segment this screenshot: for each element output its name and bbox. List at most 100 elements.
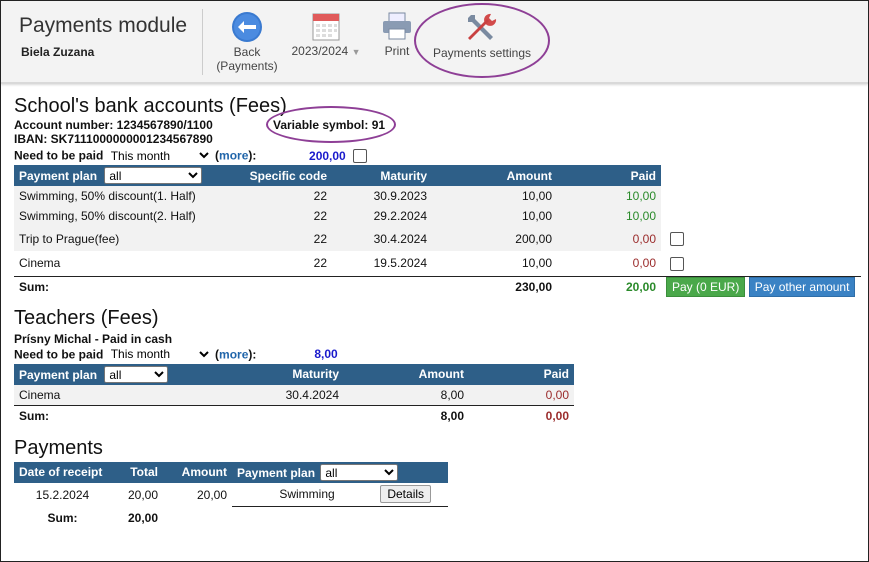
row-total: 20,00 (127, 487, 158, 502)
payments-settings-label: Payments settings (432, 46, 532, 60)
sum-paid: 20,00 (557, 275, 661, 297)
school-year-value: 2023/2024 (291, 44, 349, 58)
print-button[interactable]: Print (377, 11, 417, 58)
column-header: Payment plan all (14, 165, 242, 186)
need-amount: 200,00 (309, 148, 346, 163)
more-link[interactable]: more (219, 149, 248, 163)
sum-label: Sum: (14, 275, 242, 297)
row-paid: 10,00 (557, 186, 661, 206)
toolbar: Payments module Biela Zuzana Back (Payme… (1, 1, 868, 84)
bank-need-to-pay-row: Need to be paid This month (more): 200,0… (14, 147, 864, 164)
row-checkbox-cell (661, 226, 861, 251)
print-label: Print (384, 44, 410, 58)
app-window: Payments module Biela Zuzana Back (Payme… (0, 0, 869, 562)
row-maturity: 29.2.2024 (332, 206, 432, 226)
payments-table: Date of receipt Total Amount Payment pla… (14, 461, 448, 529)
details-button[interactable]: Details (380, 485, 432, 504)
pay-buttons-cell: Pay (0 EUR) Pay other amount (661, 275, 861, 297)
need-label: Need to be paid (14, 148, 104, 163)
more-close: ): (248, 347, 257, 361)
sum-total: 20,00 (127, 510, 158, 525)
row-plan: Swimming, 50% discount(1. Half) (14, 186, 242, 206)
row-paid: 0,00 (632, 256, 656, 271)
plan-filter-select[interactable]: all (104, 167, 203, 184)
main-content: School's bank accounts (Fees) Account nu… (14, 83, 864, 529)
column-header: Paid (557, 165, 661, 186)
row-amount: 8,00 (344, 384, 469, 405)
settings-tools-icon (468, 13, 497, 40)
teachers-fees-table: Payment plan all Maturity Amount Paid Ci… (14, 363, 574, 426)
need-label: Need to be paid (14, 347, 104, 361)
table-row: 15.2.2024 20,00 20,00 Swimming Details (14, 482, 448, 507)
table-row: Cinema 30.4.2024 8,00 0,00 (14, 384, 574, 405)
row-plan: Cinema (19, 256, 61, 271)
row-code: 22 (242, 186, 332, 206)
sum-amount: 8,00 (344, 404, 469, 426)
table-row: Cinema 22 19.5.2024 10,00 0,00 (14, 251, 861, 276)
teachers-section-title: Teachers (Fees) (14, 306, 159, 329)
bank-fees-table: Payment plan all Specific code Maturity … (14, 165, 861, 297)
teachers-need-to-pay-row: Need to be paid This month (more): 8,00 (14, 345, 864, 363)
page-title: Payments module (19, 14, 188, 37)
row-plan: Cinema (14, 384, 174, 405)
pay-other-amount-button[interactable]: Pay other amount (748, 276, 856, 297)
row-amount: 20,00 (196, 487, 227, 502)
row-checkbox[interactable] (670, 256, 684, 271)
variable-symbol: Variable symbol: 91 (273, 118, 386, 132)
plan-filter-select[interactable]: all (320, 463, 399, 481)
need-period-select[interactable]: This month (106, 147, 212, 164)
plan-filter-select[interactable]: all (104, 365, 169, 383)
sum-amount: 230,00 (432, 275, 557, 297)
row-paid: 0,00 (557, 226, 661, 251)
more-link[interactable]: more (219, 347, 248, 361)
row-amount: 200,00 (432, 226, 557, 251)
account-number: Account number: 1234567890/1100 (14, 118, 213, 132)
back-label: Back (233, 45, 261, 59)
row-plan: Trip to Prague(fee) (14, 226, 242, 251)
column-header: Amount (432, 165, 557, 186)
bank-section-title: School's bank accounts (Fees) (14, 95, 287, 117)
need-period-select[interactable]: This month (106, 345, 212, 363)
school-year-selector[interactable]: 2023/2024 ▼ (289, 11, 363, 59)
more-close: ): (248, 148, 257, 163)
table-row: Swimming, 50% discount(1. Half) 22 30.9.… (14, 186, 861, 206)
toolbar-divider (202, 9, 203, 75)
back-button[interactable]: Back (Payments) (214, 11, 280, 73)
sum-row: Sum: 8,00 0,00 (14, 404, 574, 426)
column-header: Amount (163, 461, 232, 483)
row-maturity: 30.9.2023 (332, 186, 432, 206)
row-amount: 10,00 (432, 206, 557, 226)
column-header: Paid (469, 363, 574, 385)
table-row: Swimming, 50% discount(2. Half) 22 29.2.… (14, 206, 861, 226)
back-sublabel: (Payments) (216, 59, 278, 73)
iban: IBAN: SK7111000000001234567890 (14, 132, 213, 146)
payments-section-title: Payments (14, 436, 103, 459)
sum-row: Sum: 230,00 20,00 Pay (0 EUR) Pay other … (14, 275, 861, 297)
row-plan: Swimming, 50% discount(2. Half) (14, 206, 242, 226)
column-header: Date of receipt (14, 461, 111, 483)
payments-settings-button[interactable]: Payments settings (427, 11, 537, 60)
user-name: Biela Zuzana (21, 45, 95, 59)
sum-label: Sum: (14, 404, 174, 426)
row-maturity: 30.4.2024 (332, 226, 432, 251)
need-amount: 8,00 (314, 347, 338, 361)
column-header: Specific code (242, 165, 332, 186)
row-code: 22 (313, 256, 327, 271)
column-header: Payment plan all (232, 461, 448, 483)
row-spacer (661, 186, 861, 206)
row-paid: 10,00 (557, 206, 661, 226)
chevron-down-icon: ▼ (351, 47, 361, 57)
pay-button[interactable]: Pay (0 EUR) (666, 276, 746, 297)
back-arrow-icon (232, 12, 262, 42)
row-checkbox-cell (661, 251, 861, 276)
column-header: Amount (344, 363, 469, 385)
row-plan: Swimming (279, 487, 335, 502)
row-code: 22 (242, 226, 332, 251)
row-checkbox[interactable] (670, 231, 684, 246)
need-checkbox[interactable] (353, 149, 368, 164)
column-header: Maturity (332, 165, 432, 186)
row-spacer (661, 206, 861, 226)
calendar-icon (312, 13, 340, 41)
sum-label: Sum: (47, 510, 78, 525)
row-maturity: 30.4.2024 (174, 384, 344, 405)
